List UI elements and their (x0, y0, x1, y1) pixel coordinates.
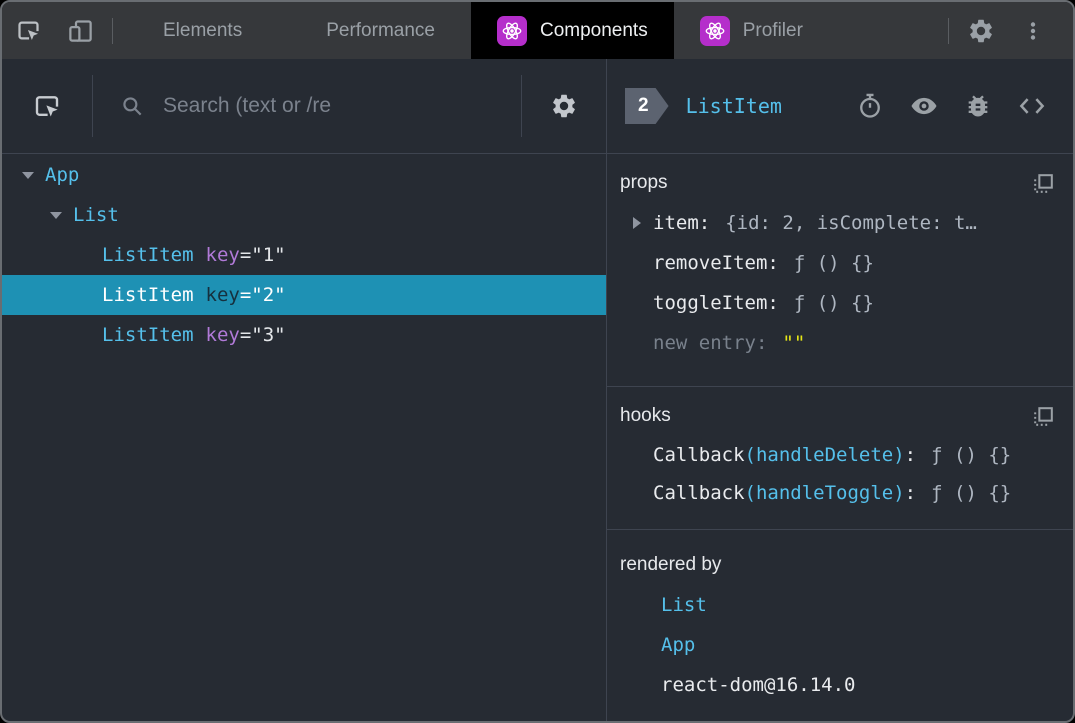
prop-row-removeitem: removeItem: ƒ () {} (620, 243, 1053, 283)
devtools-settings-button[interactable] (955, 2, 1007, 59)
prop-value: ƒ () {} (793, 292, 874, 314)
rendered-by-section: rendered by List App react-dom@16.14.0 (607, 530, 1073, 721)
prop-key: removeItem: (653, 252, 779, 274)
rendered-by-row: App (620, 625, 1053, 665)
component-tree: App List ListItem key ="1" ListItem key ="2"… (2, 154, 606, 355)
hook-colon: : (904, 482, 917, 504)
tab-components-label: Components (539, 19, 648, 41)
prop-value: ƒ () {} (793, 252, 874, 274)
component-name: ListItem (102, 284, 194, 306)
tree-row-listitem-3[interactable]: ListItem key ="3" (2, 315, 606, 355)
rendered-by-row: List (620, 585, 1053, 625)
key-value: ="1" (239, 244, 286, 266)
search-box (93, 93, 521, 119)
owners-stack-badge: 2 (625, 88, 669, 124)
suspend-timer-button[interactable] (856, 92, 884, 120)
toolbar-divider (112, 17, 113, 44)
key-value: ="3" (239, 324, 286, 346)
prop-key: toggleItem: (653, 292, 779, 314)
tab-profiler[interactable]: Profiler (674, 2, 829, 59)
react-logo-icon (496, 15, 527, 46)
hook-value: ƒ () {} (931, 482, 1012, 504)
hook-colon: : (904, 444, 917, 466)
toolbar-divider (948, 17, 949, 44)
hook-value: ƒ () {} (931, 444, 1012, 466)
components-panel: App List ListItemkey="1" ListItemkey="2"… (2, 59, 1073, 721)
hook-name: (handleToggle) (744, 482, 905, 504)
rendered-by-row: react-dom@16.14.0 (620, 665, 1053, 705)
tree-row-list[interactable]: List (2, 195, 606, 235)
device-toolbar-icon (67, 17, 94, 44)
inspect-cursor-icon (32, 91, 62, 121)
tree-row-listitem-1[interactable]: ListItem key ="1" (2, 235, 606, 275)
hook-type: Callback (653, 482, 745, 504)
component-name: ListItem (102, 324, 194, 346)
key-attribute: key (205, 244, 240, 266)
selected-component-name: ListItem (685, 94, 782, 118)
inspect-cursor-icon (15, 17, 42, 44)
tab-elements-label: Elements (163, 19, 243, 41)
gear-icon (967, 17, 995, 45)
prop-key: item: (653, 212, 711, 234)
new-entry-key-input[interactable]: new entry: (653, 332, 767, 354)
tab-performance[interactable]: Performance (296, 2, 465, 59)
chevron-down-icon[interactable] (22, 171, 34, 179)
select-element-to-inspect-button[interactable] (2, 91, 92, 121)
tab-elements[interactable]: Elements (133, 2, 272, 59)
react-logo-icon (699, 15, 730, 46)
prop-row-toggleitem: toggleItem: ƒ () {} (620, 283, 1053, 323)
tree-toolbar (2, 59, 606, 154)
copy-props-button[interactable] (1034, 173, 1053, 193)
inspect-element-button[interactable] (2, 2, 54, 59)
search-icon (119, 93, 145, 119)
log-to-console-bug-button[interactable] (964, 92, 992, 120)
props-section: props item: {id: 2, isComplete: t… remov… (607, 154, 1073, 387)
kebab-menu-icon (1021, 19, 1045, 43)
inspect-dom-element-button[interactable] (909, 91, 939, 121)
hooks-section: hooks Callback (handleDelete): ƒ () {} Ca… (607, 387, 1073, 530)
component-name: ListItem (102, 244, 194, 266)
prop-row-new-entry: new entry: "" (620, 323, 1053, 363)
devtools-window: Elements Performance Components Profiler (0, 0, 1075, 723)
details-header: 2 ListItem (607, 59, 1073, 154)
hook-type: Callback (653, 444, 745, 466)
props-heading: props (620, 172, 668, 193)
copy-hooks-button[interactable] (1034, 406, 1053, 426)
key-attribute: key (205, 324, 240, 346)
toggle-device-toolbar-button[interactable] (54, 2, 106, 59)
key-value: ="2" (239, 284, 286, 306)
hooks-heading: hooks (620, 405, 671, 426)
tree-row-listitem-2-selected[interactable]: ListItem key ="2" (2, 275, 606, 315)
key-attribute: key (205, 284, 240, 306)
tab-components[interactable]: Components (470, 2, 674, 59)
rendered-by-heading: rendered by (620, 554, 722, 575)
owner-link-list[interactable]: List (661, 594, 707, 616)
gear-icon (550, 92, 578, 120)
chevron-right-icon[interactable] (633, 217, 641, 229)
component-name: List (73, 204, 119, 226)
hook-row-handledelete: Callback (handleDelete): ƒ () {} (620, 436, 1053, 474)
renderer-version: react-dom@16.14.0 (661, 674, 856, 696)
view-settings-button[interactable] (522, 92, 606, 120)
chevron-down-icon[interactable] (50, 211, 62, 219)
owner-link-app[interactable]: App (661, 634, 695, 656)
badge-count: 2 (638, 95, 649, 116)
hook-row-handletoggle: Callback (handleToggle): ƒ () {} (620, 474, 1053, 512)
hook-name: (handleDelete) (744, 444, 905, 466)
devtools-more-menu-button[interactable] (1007, 2, 1059, 59)
view-source-code-button[interactable] (1017, 91, 1047, 121)
new-entry-value-input[interactable]: "" (782, 332, 805, 354)
prop-row-item: item: {id: 2, isComplete: t… (620, 203, 1053, 243)
prop-value: {id: 2, isComplete: t… (725, 212, 977, 234)
tab-profiler-label: Profiler (742, 19, 803, 41)
tab-performance-label: Performance (326, 19, 435, 41)
devtools-tab-bar: Elements Performance Components Profiler (2, 2, 1073, 59)
component-details-panel: 2 ListItem props item: {id: 2, isComplet… (607, 59, 1073, 721)
component-tree-panel: App List ListItemkey="1" ListItemkey="2"… (2, 59, 607, 721)
tree-row-app[interactable]: App (2, 155, 606, 195)
component-name: App (45, 164, 80, 186)
search-input[interactable] (163, 94, 511, 118)
